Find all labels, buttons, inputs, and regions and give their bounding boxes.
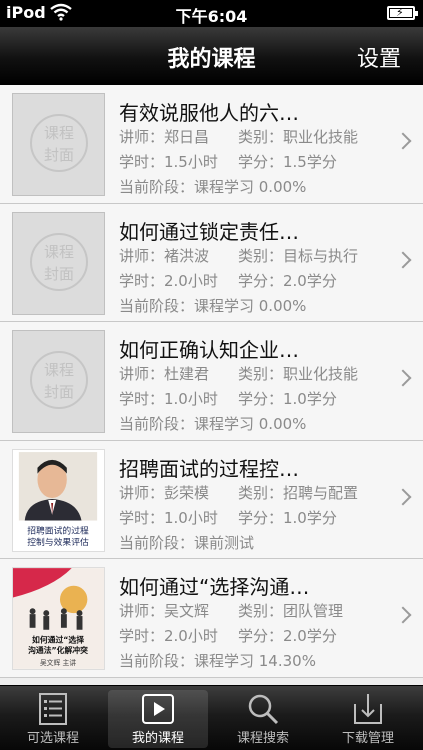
- cover-placeholder-icon: 课程 封面: [30, 351, 88, 409]
- list-icon: [39, 693, 67, 725]
- cover-figures-image: 如何通过“选择 沟通法”化解冲突 吴文辉 主讲: [13, 568, 104, 669]
- course-title: 如何通过“选择沟通…: [119, 575, 310, 599]
- placeholder-line-1: 课程: [43, 124, 74, 142]
- tab-bar: 可选课程 我的课程 课程搜索 下载管理: [0, 685, 423, 750]
- course-category: 类别：职业化技能: [238, 128, 359, 146]
- placeholder-line-2: 封面: [43, 264, 74, 283]
- tab-label: 可选课程: [26, 731, 79, 746]
- course-stage: 当前阶段：课程学习 0.00%: [119, 296, 307, 315]
- chevron-right-icon: [394, 132, 412, 150]
- navigation-bar: 我的课程 设置: [0, 27, 423, 85]
- course-title: 如何正确认知企业…: [119, 338, 299, 362]
- course-title: 招聘面试的过程控…: [119, 456, 299, 481]
- course-title: 如何通过锁定责任…: [119, 219, 299, 244]
- settings-button[interactable]: 设置: [357, 41, 401, 73]
- course-teacher: 讲师：郑日昌: [119, 128, 210, 146]
- course-credits: 学分：2.0学分: [238, 627, 337, 645]
- tab-course-search[interactable]: 课程搜索: [213, 690, 313, 748]
- course-cover-image: 如何通过“选择 沟通法”化解冲突 吴文辉 主讲: [12, 567, 105, 670]
- tab-my-courses[interactable]: 我的课程: [108, 690, 208, 748]
- course-category: 类别：团队管理: [238, 602, 344, 620]
- course-teacher: 讲师：杜建君: [119, 365, 210, 383]
- course-category: 类别：职业化技能: [238, 365, 359, 383]
- placeholder-line-1: 课程: [43, 242, 74, 261]
- course-cover-placeholder: 课程 封面: [12, 211, 105, 315]
- course-row[interactable]: 招聘面试的过程 控制与效果评估 招聘面试的过程控… 讲师：彭荣模 类别：招聘与配…: [0, 440, 423, 559]
- cover-title-line-1: 如何通过“选择: [32, 634, 84, 644]
- course-hours: 学时：2.0小时: [119, 271, 218, 290]
- cover-title-line-2: 沟通法”化解冲突: [28, 645, 88, 655]
- status-bar: iPod 下午6:04 ⚡: [0, 0, 423, 27]
- course-row[interactable]: 课程 封面 有效说服他人的六… 讲师：郑日昌 类别：职业化技能 学时：1.5小时…: [0, 85, 423, 204]
- course-row[interactable]: 课程 封面 如何正确认知企业… 讲师：杜建君 类别：职业化技能 学时：1.0小时…: [0, 322, 423, 441]
- chevron-right-icon: [394, 251, 412, 268]
- chevron-right-icon: [394, 488, 412, 505]
- placeholder-line-2: 封面: [43, 383, 74, 401]
- course-credits: 学分：1.0学分: [238, 508, 337, 527]
- course-teacher: 讲师：褚洪波: [119, 246, 210, 265]
- course-hours: 学时：1.5小时: [119, 153, 218, 171]
- search-icon: [248, 694, 279, 725]
- play-icon: [142, 694, 174, 724]
- tab-download-manager[interactable]: 下载管理: [318, 690, 418, 748]
- course-stage: 当前阶段：课程学习 14.30%: [119, 652, 316, 670]
- cover-title-line-2: 控制与效果评估: [27, 536, 89, 548]
- course-credits: 学分：1.0学分: [238, 390, 337, 408]
- cover-placeholder-icon: 课程 封面: [30, 232, 88, 291]
- chevron-right-icon: [394, 606, 412, 624]
- cover-title-line-1: 招聘面试的过程: [27, 524, 89, 536]
- course-stage: 当前阶段：课程学习 0.00%: [119, 415, 307, 433]
- course-hours: 学时：1.0小时: [119, 508, 218, 527]
- course-category: 类别：招聘与配置: [238, 483, 359, 502]
- tab-label: 我的课程: [131, 731, 184, 746]
- course-teacher: 讲师：彭荣模: [119, 483, 210, 502]
- course-cover-placeholder: 课程 封面: [12, 330, 105, 433]
- tab-label: 课程搜索: [236, 731, 289, 746]
- download-icon: [354, 694, 382, 724]
- status-time: 下午6:04: [175, 7, 248, 26]
- chevron-right-icon: [394, 369, 412, 387]
- course-credits: 学分：2.0学分: [238, 271, 337, 290]
- course-cover-placeholder: 课程 封面: [12, 93, 105, 196]
- course-category: 类别：目标与执行: [238, 246, 359, 265]
- course-stage: 当前阶段：课程学习 0.00%: [119, 178, 307, 196]
- placeholder-line-1: 课程: [43, 361, 74, 379]
- course-title: 有效说服他人的六…: [119, 101, 299, 125]
- tab-label: 下载管理: [341, 731, 394, 746]
- tab-available-courses[interactable]: 可选课程: [3, 690, 103, 748]
- course-stage: 当前阶段：课前测试: [119, 533, 255, 552]
- course-credits: 学分：1.5学分: [238, 153, 337, 171]
- cover-placeholder-icon: 课程 封面: [30, 114, 88, 172]
- cover-portrait-image: 招聘面试的过程 控制与效果评估: [13, 449, 104, 551]
- course-row[interactable]: 课程 封面 如何通过锁定责任… 讲师：褚洪波 类别：目标与执行 学时：2.0小时…: [0, 203, 423, 322]
- course-cover-image: 招聘面试的过程 控制与效果评估: [12, 448, 105, 552]
- battery-icon: ⚡: [387, 6, 418, 20]
- cover-author: 吴文辉 主讲: [40, 658, 76, 667]
- course-list[interactable]: 课程 封面 有效说服他人的六… 讲师：郑日昌 类别：职业化技能 学时：1.5小时…: [0, 85, 423, 685]
- course-hours: 学时：2.0小时: [119, 627, 218, 645]
- course-hours: 学时：1.0小时: [119, 390, 218, 408]
- course-teacher: 讲师：吴文辉: [119, 602, 210, 620]
- course-row[interactable]: 如何通过“选择 沟通法”化解冲突 吴文辉 主讲 如何通过“选择沟通… 讲师：吴文…: [0, 559, 423, 678]
- placeholder-line-2: 封面: [43, 146, 74, 164]
